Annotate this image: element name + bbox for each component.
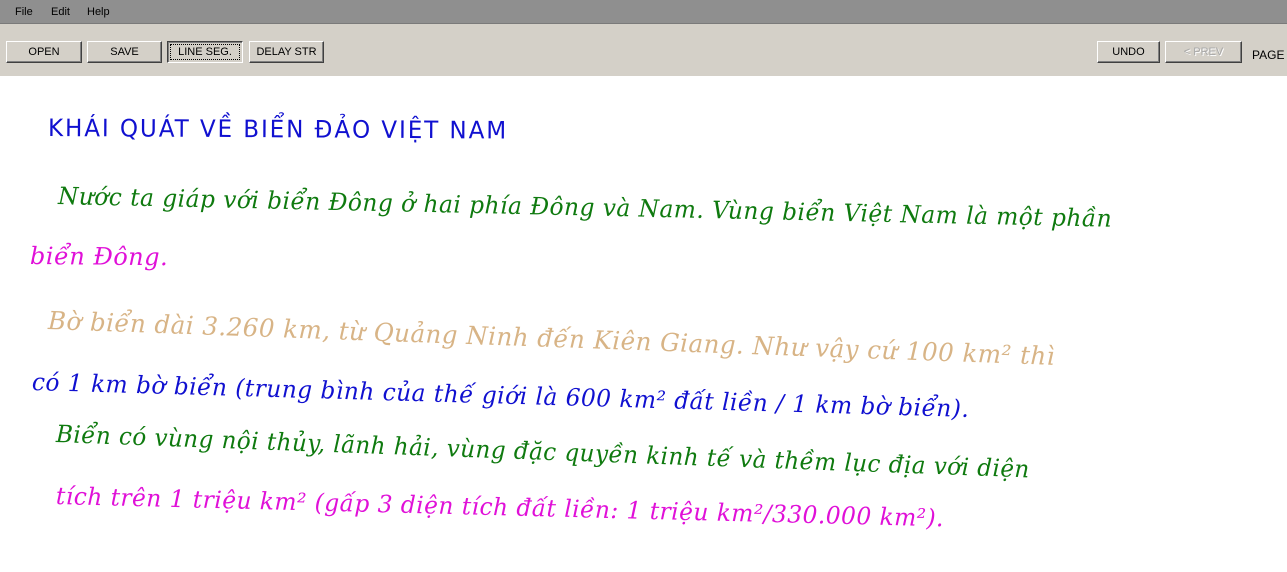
- line-4-text: có 1 km bờ biển (trung bình của thế giới…: [31, 368, 970, 423]
- line-5-text: Biển có vùng nội thủy, lãnh hải, vùng đặ…: [55, 420, 1031, 484]
- line-3-text: Bờ biển dài 3.260 km, từ Quảng Ninh đến …: [47, 306, 1056, 371]
- menu-file[interactable]: File: [15, 5, 33, 19]
- open-button[interactable]: OPEN: [6, 41, 82, 63]
- line-1-text: Nước ta giáp với biển Đông ở hai phía Đô…: [57, 182, 1113, 233]
- line-seg-button[interactable]: LINE SEG.: [167, 41, 243, 63]
- menu-bar: File Edit Help: [0, 0, 1287, 24]
- prev-page-button[interactable]: < PREV: [1165, 41, 1242, 63]
- handwriting-canvas[interactable]: KHÁI QUÁT VỀ BIỂN ĐẢO VIỆT NAM Nước ta g…: [0, 76, 1287, 572]
- handwritten-line-5: Biển có vùng nội thủy, lãnh hải, vùng đặ…: [55, 420, 1031, 484]
- toolbar: OPEN SAVE LINE SEG. DELAY STR UNDO < PRE…: [0, 24, 1287, 76]
- page-label: PAGE: [1252, 48, 1285, 62]
- menu-help[interactable]: Help: [87, 5, 110, 19]
- handwritten-line-2: biển Đông.: [29, 242, 169, 272]
- handwritten-line-4: có 1 km bờ biển (trung bình của thế giới…: [31, 368, 970, 423]
- title-text: KHÁI QUÁT VỀ BIỂN ĐẢO VIỆT NAM: [47, 114, 509, 145]
- line-2-text: biển Đông.: [29, 242, 169, 272]
- handwritten-line-1: Nước ta giáp với biển Đông ở hai phía Đô…: [57, 182, 1113, 233]
- handwritten-line-6: tích trên 1 triệu km² (gấp 3 diện tích đ…: [55, 482, 945, 533]
- menu-edit[interactable]: Edit: [51, 5, 70, 19]
- save-button[interactable]: SAVE: [87, 41, 162, 63]
- handwritten-title: KHÁI QUÁT VỀ BIỂN ĐẢO VIỆT NAM: [47, 114, 509, 145]
- line-6-text: tích trên 1 triệu km² (gấp 3 diện tích đ…: [55, 482, 945, 533]
- handwritten-line-3: Bờ biển dài 3.260 km, từ Quảng Ninh đến …: [47, 306, 1056, 371]
- app-window: File Edit Help OPEN SAVE LINE SEG. DELAY…: [0, 0, 1287, 572]
- undo-button[interactable]: UNDO: [1097, 41, 1160, 63]
- delay-str-button[interactable]: DELAY STR: [249, 41, 324, 63]
